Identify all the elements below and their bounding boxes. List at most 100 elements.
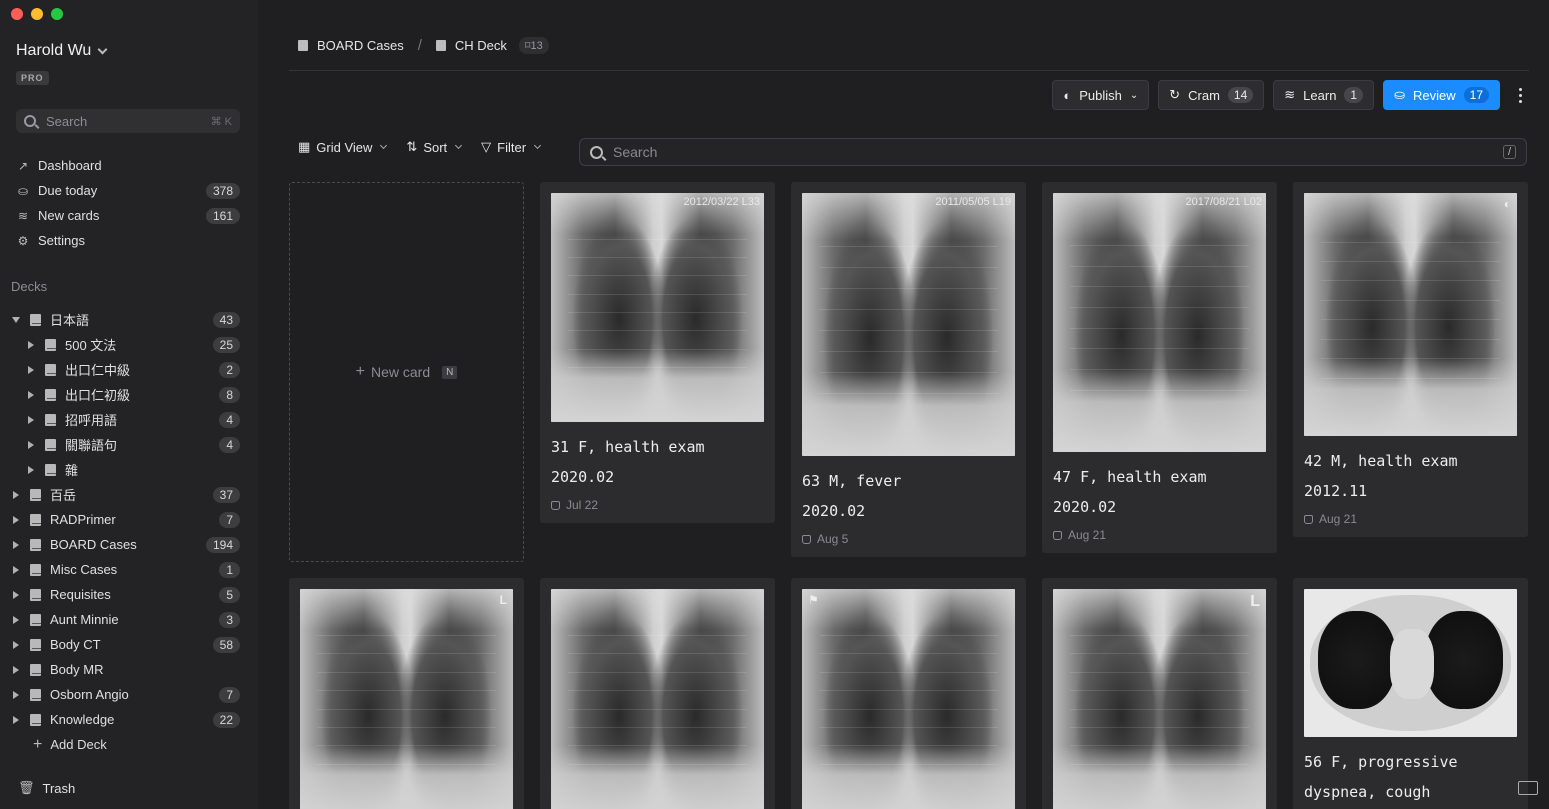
sort-dropdown[interactable]: ⇅ Sort [406,139,463,155]
add-deck-button[interactable]: + Add Deck [10,732,240,757]
disclosure-closed-icon[interactable] [10,515,22,524]
grid-view-dropdown[interactable]: ▦ Grid View [298,139,388,155]
disclosure-closed-icon[interactable] [25,465,37,474]
disclosure-closed-icon[interactable] [10,590,22,599]
deck-item[interactable]: 關聯語句 4 [10,432,240,457]
chevron-down-icon [455,141,463,150]
disclosure-closed-icon[interactable] [25,440,37,449]
deck-item[interactable]: Body CT 58 [10,632,240,657]
card[interactable]: L [289,578,524,809]
filter-dropdown[interactable]: ▽ Filter [481,139,542,155]
deck-item[interactable]: Aunt Minnie 3 [10,607,240,632]
disclosure-closed-icon[interactable] [10,490,22,499]
sidebar-item-new-cards[interactable]: ≋ New cards 161 [16,203,240,228]
deck-item[interactable]: Misc Cases 1 [10,557,240,582]
deck-item[interactable]: BOARD Cases 194 [10,532,240,557]
card[interactable]: 2017/08/21 L02 47 F, health exam 2020.02… [1042,182,1277,553]
deck-item[interactable]: 出口仁初級 8 [10,382,240,407]
deck-item[interactable]: Osborn Angio 7 [10,682,240,707]
disclosure-closed-icon[interactable] [10,540,22,549]
disclosure-closed-icon[interactable] [25,415,37,424]
deck-label: BOARD Cases [50,537,137,552]
count-badge: 22 [212,711,240,728]
deck-item[interactable]: 雜 [10,457,240,482]
deck-item[interactable]: 日本語 43 [10,307,240,332]
disclosure-closed-icon[interactable] [25,340,37,349]
card-due-date: Aug 5 [802,532,1015,546]
header-divider [289,70,1529,71]
count-badge: 194 [205,536,240,553]
card[interactable]: 56 F, progressive dyspnea, cough [1293,578,1528,809]
sidebar-search-input[interactable]: Search ⌘ K [16,109,240,133]
sidebar-item-due-today[interactable]: ⛀ Due today 378 [16,178,240,203]
minimize-window-button[interactable] [31,8,43,20]
image-stamp: 2012/03/22 L33 [683,196,760,208]
card[interactable] [540,578,775,809]
book-icon [30,713,41,726]
sidebar-item-label: Dashboard [38,158,102,173]
view-toolbar: ▦ Grid View ⇅ Sort ▽ Filter [298,139,542,155]
count-badge: 43 [212,311,240,328]
zoom-window-button[interactable] [51,8,63,20]
disclosure-closed-icon[interactable] [25,390,37,399]
new-card-button[interactable]: + New card N [289,182,524,562]
grid-icon: ▦ [298,139,311,154]
trash-icon: 🗑 [18,780,35,795]
search-icon [590,145,603,159]
card[interactable]: ⚑ [791,578,1026,809]
sidebar-item-trash[interactable]: 🗑 Trash [18,780,75,796]
breadcrumb-current[interactable]: CH Deck [455,38,507,53]
deck-item[interactable]: Body MR [10,657,240,682]
deck-item[interactable]: 500 文法 25 [10,332,240,357]
card[interactable]: L [1042,578,1277,809]
cram-label: Cram [1188,87,1220,103]
deck-item[interactable]: RADPrimer 7 [10,507,240,532]
review-button[interactable]: ⛀ Review 17 [1383,80,1500,110]
disclosure-closed-icon[interactable] [10,640,22,649]
user-menu[interactable]: Harold Wu [16,42,108,60]
disclosure-closed-icon[interactable] [10,715,22,724]
flag-icon: ⚑ [808,593,819,607]
deck-item[interactable]: 百岳 37 [10,482,240,507]
deck-label: 出口仁中級 [65,363,131,378]
sort-icon: ⇅ [406,139,418,154]
book-icon [30,538,41,551]
count-badge: 3 [219,611,240,628]
book-icon [30,563,41,576]
book-icon [45,388,56,401]
deck-item[interactable]: Knowledge 22 [10,707,240,732]
sidebar-item-dashboard[interactable]: ↗ Dashboard [16,153,240,178]
card[interactable]: 2012/03/22 L33 31 F, health exam 2020.02… [540,182,775,523]
xray-image [551,589,764,809]
disclosure-closed-icon[interactable] [25,365,37,374]
card[interactable]: ◐ 42 M, health exam 2012.11 Aug 21 [1293,182,1528,537]
layers-icon: ≋ [1284,87,1296,102]
search-shortcut: ⌘ K [210,115,232,128]
card[interactable]: 2011/05/05 L19 63 M, fever 2020.02 Aug 5 [791,182,1026,557]
learn-button[interactable]: ≋ Learn 1 [1273,80,1375,110]
publish-button[interactable]: ◐ Publish ⌄ [1052,80,1150,110]
deck-item[interactable]: 出口仁中級 2 [10,357,240,382]
deck-item[interactable]: Requisites 5 [10,582,240,607]
chevron-down-icon [97,44,108,54]
book-icon [45,363,56,376]
more-options-icon[interactable] [1513,87,1527,103]
breadcrumb-parent[interactable]: BOARD Cases [317,38,404,53]
keyboard-icon[interactable] [1518,781,1538,795]
disclosure-closed-icon[interactable] [10,565,22,574]
disclosure-closed-icon[interactable] [10,615,22,624]
count-badge: 5 [219,586,240,603]
book-icon [45,438,56,451]
disclosure-closed-icon[interactable] [10,665,22,674]
deck-list: 日本語 43 500 文法 25 出口仁中級 2 出口仁初級 8 招呼用語 4 關聯語句 4 雜百岳 37… [10,307,240,757]
close-window-button[interactable] [11,8,23,20]
disclosure-open-icon[interactable] [10,316,22,323]
book-icon [45,463,56,476]
deck-item[interactable]: 招呼用語 4 [10,407,240,432]
cram-button[interactable]: ↻ Cram 14 [1158,80,1265,110]
count-badge: 4 [219,436,240,453]
card-search-input[interactable]: Search / [579,138,1527,166]
disclosure-closed-icon[interactable] [10,690,22,699]
sidebar-item-settings[interactable]: ⚙ Settings [16,228,240,253]
card-due-date: Jul 22 [551,498,764,512]
